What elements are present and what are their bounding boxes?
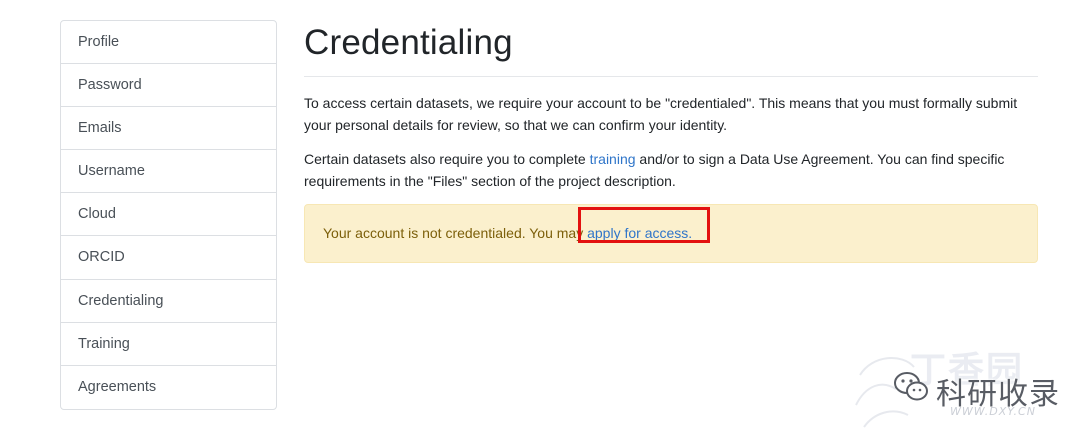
sidebar-item-training[interactable]: Training [61,323,276,366]
sidebar-item-cloud[interactable]: Cloud [61,193,276,237]
wechat-icon [894,372,928,401]
sidebar-item-profile[interactable]: Profile [61,21,276,65]
alert-text: Your account is not credentialed. You ma… [323,225,588,241]
requirements-description: Certain datasets also require you to com… [304,148,1038,192]
sidebar-item-agreements[interactable]: Agreements [61,366,276,409]
watermark: 丁香园 科研收录 WWW.DXY.CN [852,345,1072,430]
highlight-annotation [578,207,710,243]
page-title: Credentialing [304,23,513,62]
training-link[interactable]: training [590,151,636,167]
main-content: Credentialing To access certain datasets… [304,20,1038,263]
sidebar-item-password[interactable]: Password [61,64,276,108]
requirements-text-before: Certain datasets also require you to com… [304,151,590,167]
watermark-url: WWW.DXY.CN [950,405,1036,418]
title-divider [304,76,1038,77]
sidebar-item-emails[interactable]: Emails [61,107,276,151]
sidebar-item-username[interactable]: Username [61,150,276,194]
sidebar-item-orcid[interactable]: ORCID [61,236,276,280]
credential-description: To access certain datasets, we require y… [304,95,1018,133]
settings-sidebar: Profile Password Emails Username Cloud O… [60,20,277,410]
credential-status-alert: Your account is not credentialed. You ma… [304,204,1038,263]
page: Profile Password Emails Username Cloud O… [0,0,1080,439]
sidebar-item-credentialing[interactable]: Credentialing [61,280,276,323]
